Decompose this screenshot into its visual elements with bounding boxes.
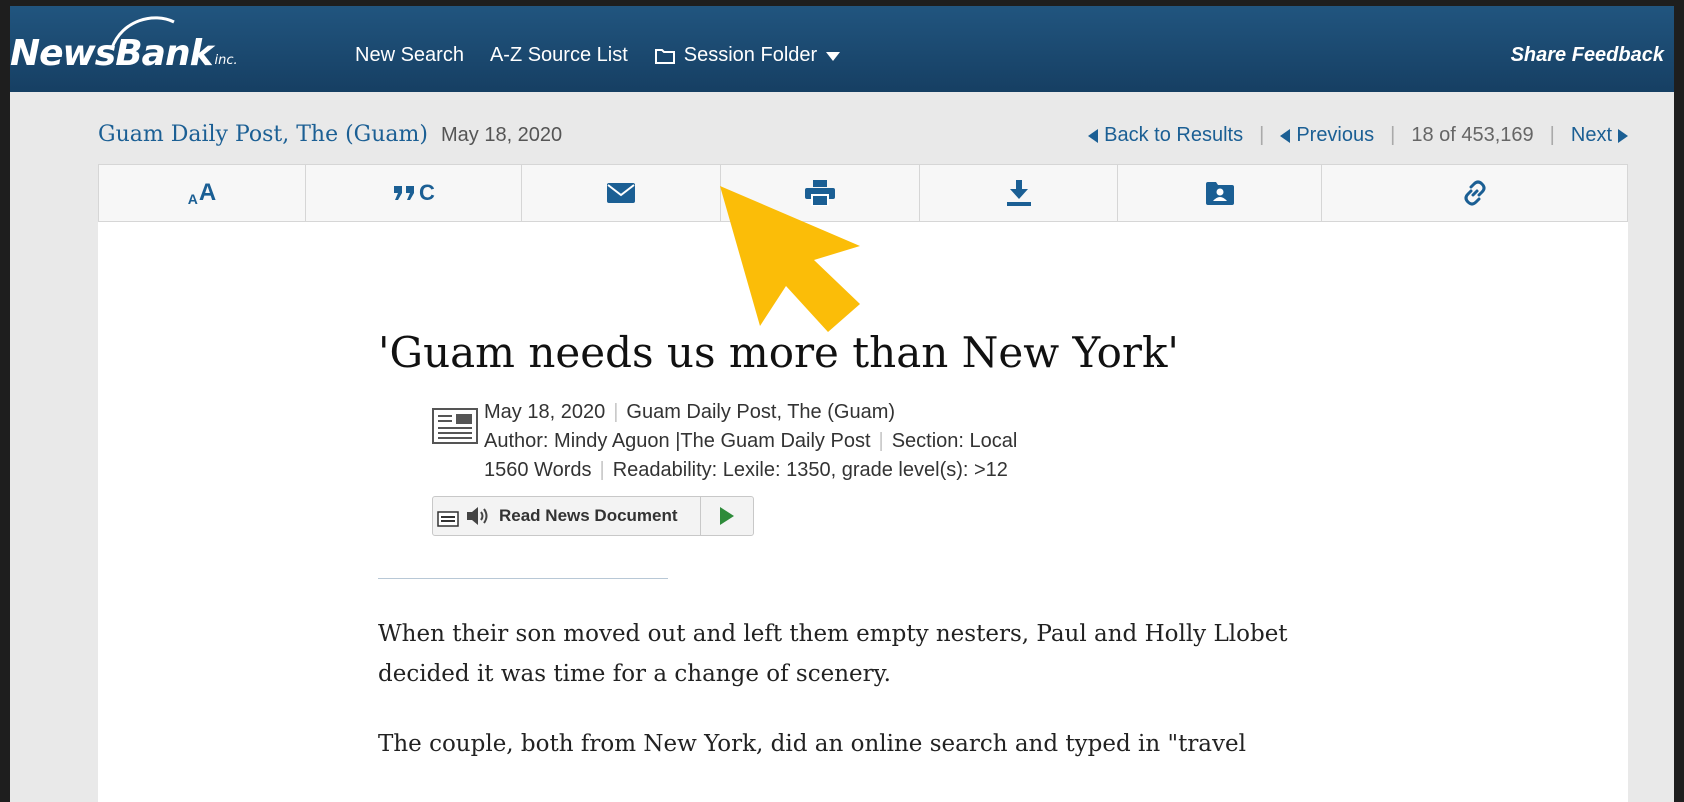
document-info-bar: Guam Daily Post, The (Guam) May 18, 2020… bbox=[98, 114, 1628, 154]
meta-divider: | bbox=[878, 430, 884, 452]
result-pager: Back to Results | Previous | 18 of 453,1… bbox=[1088, 124, 1628, 147]
play-button[interactable] bbox=[701, 507, 753, 525]
article-readability: Readability: Lexile: 1350, grade level(s… bbox=[612, 459, 1008, 481]
caret-right-icon bbox=[1618, 128, 1628, 143]
caret-left-icon bbox=[1280, 128, 1291, 143]
play-icon bbox=[720, 507, 734, 525]
pager-divider: | bbox=[1259, 124, 1265, 146]
download-icon bbox=[1006, 180, 1031, 206]
read-aloud-widget: Read News Document bbox=[432, 496, 754, 536]
share-feedback-link[interactable]: Share Feedback bbox=[1511, 44, 1664, 67]
az-source-list-link[interactable]: A-Z Source List bbox=[490, 44, 628, 67]
font-size-large-glyph: A bbox=[198, 179, 217, 206]
quote-marks-icon bbox=[394, 186, 415, 200]
article-source: Guam Daily Post, The (Guam) bbox=[626, 401, 896, 423]
text-lines-icon bbox=[437, 511, 459, 527]
cite-icon: C bbox=[392, 180, 435, 206]
font-size-icon: A A bbox=[188, 179, 216, 207]
previous-link[interactable]: Previous bbox=[1280, 124, 1374, 147]
article-section: Section: Local bbox=[891, 430, 1018, 452]
previous-label: Previous bbox=[1296, 124, 1375, 146]
newsbank-window: NewsBank inc. New Search A-Z Source List… bbox=[10, 6, 1674, 802]
read-news-document-button[interactable]: Read News Document bbox=[433, 497, 701, 535]
result-position: 18 of 453,169 bbox=[1411, 124, 1534, 146]
meta-line-2: Author: Mindy Aguon |The Guam Daily Post… bbox=[484, 427, 1017, 456]
article-body: When their son moved out and left them e… bbox=[378, 614, 1298, 794]
article-paragraph: The couple, both from New York, did an o… bbox=[378, 731, 1246, 757]
meta-divider: | bbox=[613, 401, 619, 423]
meta-divider: | bbox=[599, 459, 605, 481]
article-date: May 18, 2020 bbox=[484, 401, 606, 423]
envelope-icon bbox=[607, 183, 635, 203]
top-navigation-bar: NewsBank inc. New Search A-Z Source List… bbox=[10, 6, 1674, 92]
newspaper-icon bbox=[432, 408, 478, 444]
pager-divider: | bbox=[1390, 124, 1396, 146]
new-search-link[interactable]: New Search bbox=[355, 44, 464, 67]
font-size-button[interactable]: A A bbox=[99, 165, 306, 221]
logo-suffix: inc. bbox=[214, 53, 238, 68]
meta-line-3: 1560 Words | Readability: Lexile: 1350, gr… bbox=[484, 456, 1017, 485]
link-icon bbox=[1464, 180, 1485, 206]
speaker-icon bbox=[467, 507, 488, 525]
article-paragraph: When their son moved out and left them e… bbox=[378, 621, 1288, 687]
cite-button[interactable]: C bbox=[306, 165, 522, 221]
article-metadata: May 18, 2020 | Guam Daily Post, The (Guam)… bbox=[484, 398, 1017, 485]
source-heading: Guam Daily Post, The (Guam) May 18, 2020 bbox=[98, 122, 562, 147]
cite-letter: C bbox=[419, 180, 435, 205]
main-nav: New Search A-Z Source List Session Folde… bbox=[355, 44, 841, 67]
back-to-results-link[interactable]: Back to Results bbox=[1088, 124, 1243, 147]
permalink-button[interactable] bbox=[1322, 165, 1627, 221]
newsbank-logo[interactable]: NewsBank inc. bbox=[10, 16, 238, 74]
folder-icon bbox=[654, 48, 675, 64]
next-label: Next bbox=[1570, 124, 1612, 146]
meta-line-1: May 18, 2020 | Guam Daily Post, The (Guam) bbox=[484, 398, 1017, 427]
user-folder-icon bbox=[1205, 182, 1234, 205]
source-title-link[interactable]: Guam Daily Post, The (Guam) bbox=[98, 122, 428, 147]
new-search-label: New Search bbox=[355, 44, 464, 66]
article-word-count: 1560 Words bbox=[484, 459, 592, 481]
next-link[interactable]: Next bbox=[1571, 124, 1628, 147]
email-button[interactable] bbox=[522, 165, 721, 221]
article-author: Author: Mindy Aguon |The Guam Daily Post bbox=[484, 430, 871, 452]
read-news-document-label: Read News Document bbox=[499, 506, 678, 525]
pager-divider: | bbox=[1549, 124, 1555, 146]
caret-left-icon bbox=[1088, 128, 1099, 143]
back-to-results-label: Back to Results bbox=[1104, 124, 1244, 146]
download-button[interactable] bbox=[920, 165, 1118, 221]
pointer-arrow-icon bbox=[720, 186, 860, 332]
chevron-down-icon bbox=[826, 51, 841, 61]
session-folder-menu[interactable]: Session Folder bbox=[654, 44, 841, 67]
session-folder-label: Session Folder bbox=[683, 44, 818, 66]
source-date: May 18, 2020 bbox=[440, 124, 563, 146]
metadata-divider-rule bbox=[378, 578, 668, 579]
save-to-folder-button[interactable] bbox=[1118, 165, 1322, 221]
az-source-list-label: A-Z Source List bbox=[489, 44, 628, 66]
font-size-small-glyph: A bbox=[187, 191, 198, 207]
logo-swoosh-icon bbox=[110, 16, 175, 49]
